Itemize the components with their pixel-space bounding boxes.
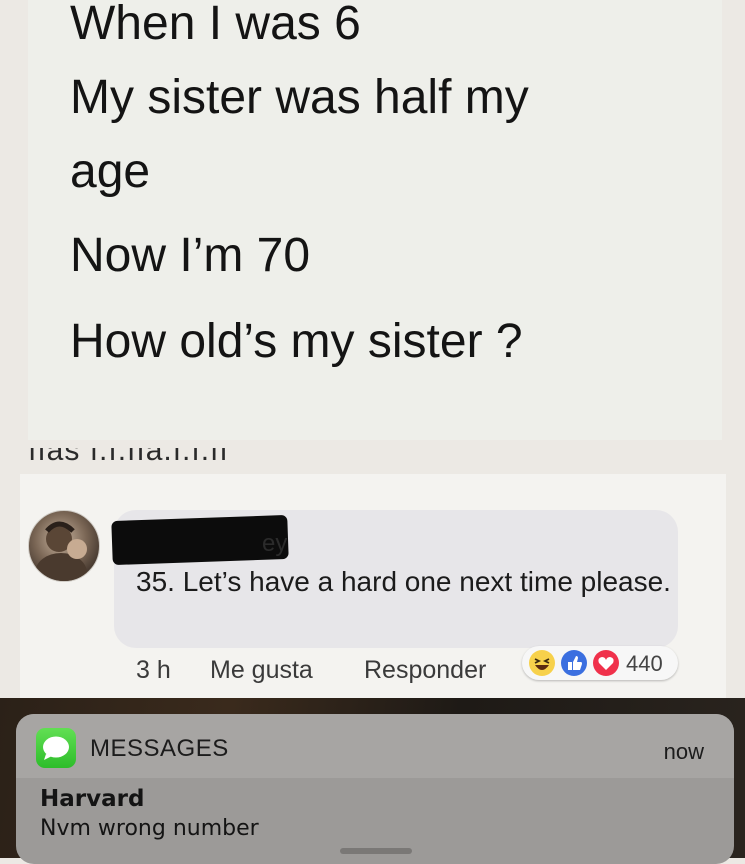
avatar[interactable]	[28, 510, 100, 582]
notification-grabber[interactable]	[340, 848, 412, 854]
like-button[interactable]: Me gusta	[210, 656, 313, 685]
messages-icon	[36, 728, 76, 768]
reaction-summary[interactable]: 440	[522, 646, 678, 680]
notification-message: Nvm wrong number	[40, 816, 259, 841]
notification-app-name: MESSAGES	[90, 735, 229, 762]
haha-icon	[529, 650, 555, 676]
post-line-4: Now I’m 70	[70, 229, 311, 282]
comment-text: 35. Let’s have a hard one next time plea…	[136, 566, 671, 597]
comment-time: 3 h	[136, 656, 171, 684]
notification-header: MESSAGES now	[16, 714, 734, 778]
love-icon	[593, 650, 619, 676]
like-icon	[561, 650, 587, 676]
author-name-fragment: ey	[262, 530, 288, 557]
notification-time: now	[663, 739, 704, 764]
notification-banner[interactable]: MESSAGES now Harvard Nvm wrong number	[16, 714, 734, 864]
post-line-3: age	[70, 145, 151, 198]
post-line-5: How old’s my sister ?	[70, 315, 523, 368]
reaction-count: 440	[626, 651, 663, 676]
avatar-photo	[35, 521, 87, 581]
cut-off-caption: ııas ı.ı.ııa.ı.ı.ıı	[28, 448, 722, 474]
post-line-1: When I was 6	[70, 0, 361, 50]
reply-button[interactable]: Responder	[364, 656, 486, 685]
notification-sender: Harvard	[40, 786, 145, 812]
post-card: When I was 6 My sister was half my age N…	[28, 0, 722, 440]
post-line-2: My sister was half my	[70, 71, 529, 124]
cut-off-caption-text: ııas ı.ı.ııa.ı.ı.ıı	[28, 448, 229, 467]
